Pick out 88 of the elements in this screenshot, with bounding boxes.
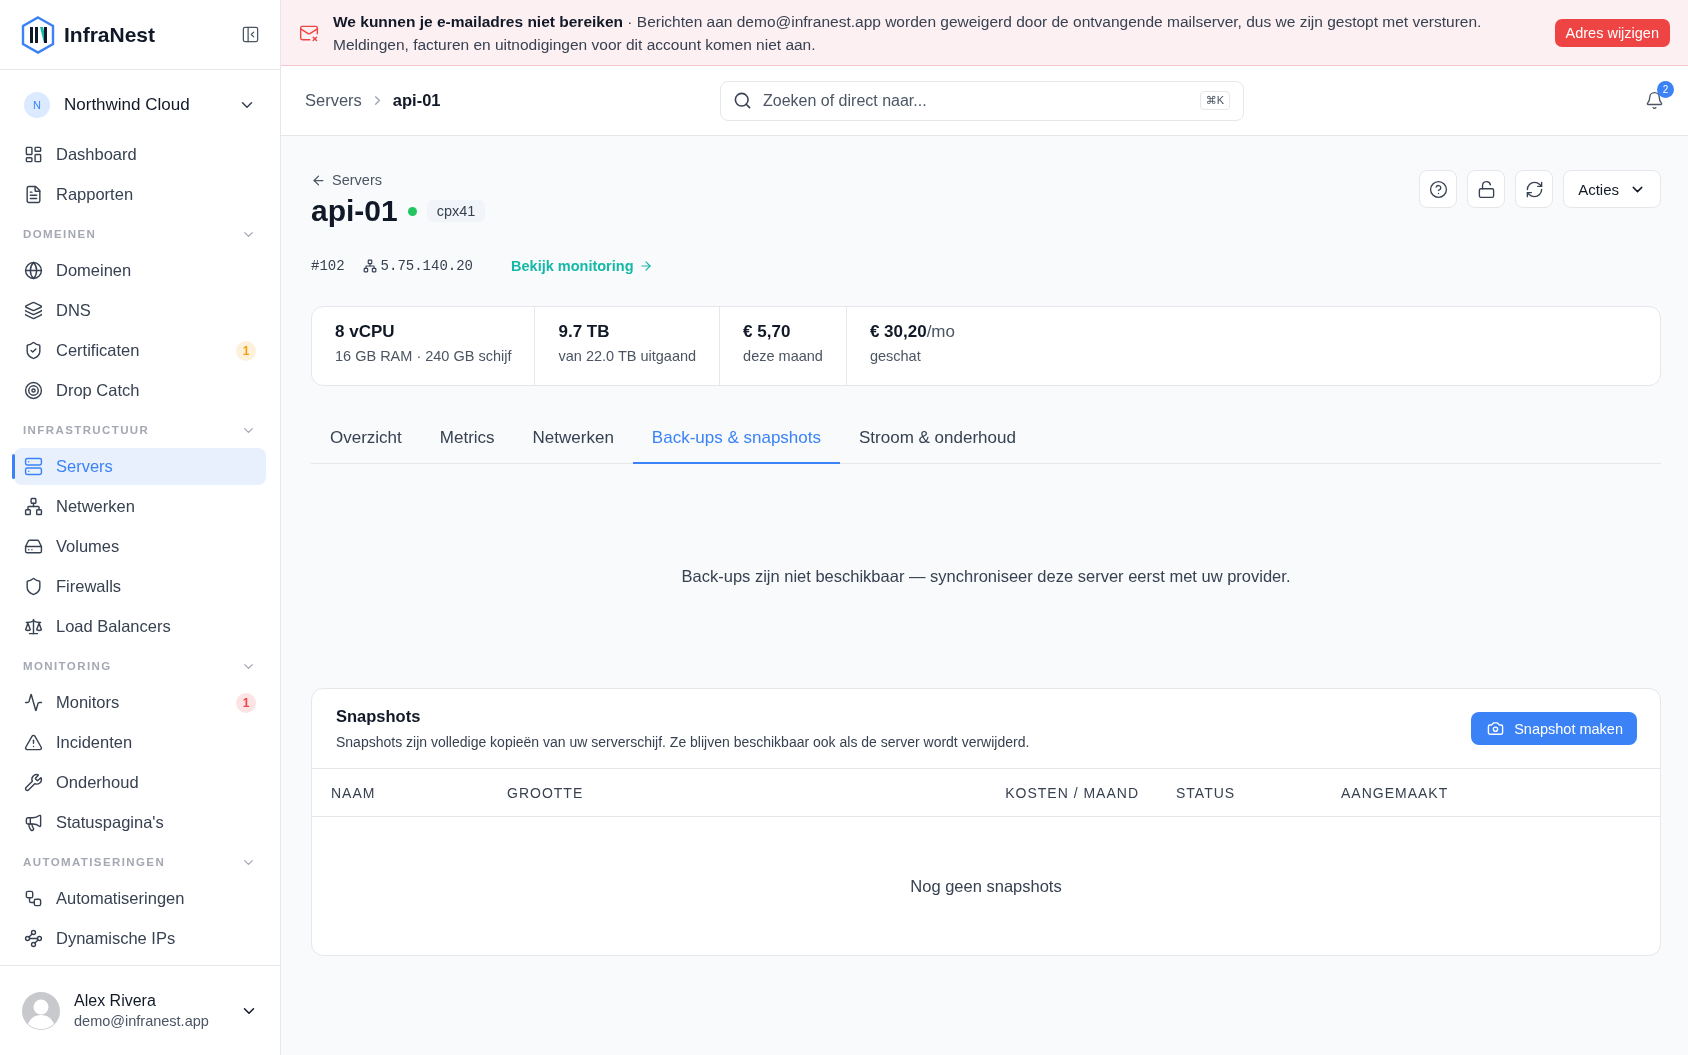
- server-name: api-01: [311, 194, 398, 228]
- card-title: Snapshots: [336, 707, 422, 726]
- tab[interactable]: Back-ups & snapshots: [632, 416, 840, 464]
- sidebar-item[interactable]: Certificaten 1: [14, 332, 266, 369]
- column-header: AANGEMAAKT: [1341, 784, 1450, 801]
- tab[interactable]: Metrics: [420, 416, 514, 464]
- actions-dropdown[interactable]: Acties: [1563, 170, 1661, 208]
- shield-icon: [24, 577, 43, 596]
- refresh-button[interactable]: [1515, 170, 1554, 208]
- search-icon: [733, 90, 752, 110]
- camera-icon: [1487, 720, 1505, 737]
- brand-name: InfraNest: [64, 22, 157, 47]
- network-icon: [24, 497, 43, 516]
- sidebar-item[interactable]: Rapporten: [14, 176, 266, 213]
- server-id: #102: [311, 258, 345, 274]
- logo-icon: [20, 15, 56, 54]
- refresh-icon: [1524, 179, 1544, 199]
- nodes-icon: [24, 929, 43, 948]
- create-snapshot-button[interactable]: Snapshot maken: [1471, 712, 1637, 745]
- megaphone-icon: [24, 813, 43, 832]
- server-icon: [24, 457, 43, 476]
- scale-icon: [24, 617, 43, 636]
- bell-icon: [1645, 91, 1664, 110]
- stat-label: deze maand: [743, 348, 823, 364]
- sidebar-item[interactable]: Netwerken: [14, 488, 266, 525]
- pulse-icon: [24, 693, 43, 712]
- collapse-sidebar-icon[interactable]: [241, 25, 260, 44]
- avatar: [22, 991, 60, 1030]
- breadcrumb-link[interactable]: Servers: [305, 91, 362, 110]
- card-description: Snapshots zijn volledige kopieën van uw serverschijf. Ze blijven beschikbaar ook als de server wordt verwijderd.: [336, 734, 1031, 750]
- help-icon: [1428, 179, 1448, 199]
- notifications-button[interactable]: 2: [1635, 81, 1674, 120]
- unlock-button[interactable]: [1467, 170, 1506, 208]
- user-name: Alex Rivera: [74, 992, 157, 1010]
- document-icon: [24, 185, 43, 204]
- empty-message: Nog geen snapshots: [909, 875, 1063, 897]
- column-header: KOSTEN / MAAND: [1004, 784, 1139, 801]
- stat-value: 8 vCPU: [335, 322, 396, 342]
- network-icon: [362, 259, 377, 273]
- shield-check-icon: [24, 341, 43, 360]
- sidebar-item[interactable]: Automatiseringen: [14, 880, 266, 917]
- column-header: NAAM: [331, 784, 377, 801]
- sidebar-item[interactable]: Dynamische IPs: [14, 920, 266, 957]
- tab[interactable]: Stroom & onderhoud: [840, 416, 1035, 464]
- empty-message: Back-ups zijn niet beschikbaar — synchroniseer deze server eerst met uw provider.: [680, 565, 1292, 587]
- count-badge: 2: [1657, 81, 1674, 98]
- sidebar-item[interactable]: Monitors 1: [14, 684, 266, 721]
- target-icon: [24, 381, 43, 400]
- breadcrumb-link[interactable]: api-01: [392, 91, 441, 110]
- warning-icon: [24, 733, 43, 752]
- stat-value: € 30,20/mo: [869, 322, 956, 342]
- dashboard-icon: [24, 145, 43, 164]
- ip-address: 5.75.140.20: [380, 258, 474, 274]
- column-header: STATUS: [1175, 784, 1237, 801]
- stat-label: geschat: [869, 348, 922, 364]
- sidebar-item[interactable]: Incidenten: [14, 724, 266, 761]
- workflow-icon: [24, 889, 43, 908]
- sidebar-item[interactable]: Drop Catch: [14, 372, 266, 409]
- count-badge: 1: [236, 692, 256, 713]
- user-email: demo@infranest.app: [74, 1013, 210, 1029]
- sidebar-item[interactable]: Domeinen: [14, 252, 266, 289]
- tab[interactable]: Netwerken: [513, 416, 633, 464]
- change-address-button[interactable]: Adres wijzigen: [1554, 18, 1670, 47]
- layers-icon: [24, 301, 43, 320]
- sidebar-item[interactable]: DNS: [14, 292, 266, 329]
- count-badge: 1: [236, 340, 256, 361]
- workspace-switcher[interactable]: N Northwind Cloud: [14, 80, 266, 130]
- sidebar-item[interactable]: Dashboard: [14, 136, 266, 173]
- sidebar-item[interactable]: Volumes: [14, 528, 266, 565]
- stat-value: € 5,70: [743, 322, 792, 342]
- help-button[interactable]: [1419, 170, 1458, 208]
- stat-value: 9.7 TB: [558, 322, 611, 342]
- sidebar-item[interactable]: Statuspagina's: [14, 804, 266, 841]
- unlocked-padlock-icon: [1476, 179, 1496, 199]
- stat-label: van 22.0 TB uitgaand: [558, 348, 697, 364]
- server-type-tag: cpx41: [426, 200, 486, 222]
- back-link[interactable]: Servers: [311, 172, 653, 188]
- globe-icon: [24, 261, 43, 280]
- arrow-right-icon: [638, 259, 653, 273]
- sidebar-item[interactable]: Load Balancers: [14, 608, 266, 645]
- column-header: GROOTTE: [507, 784, 585, 801]
- drive-icon: [24, 537, 43, 556]
- sidebar-item[interactable]: Firewalls: [14, 568, 266, 605]
- warning-message: We kunnen je e-mailadres niet bereiken · Berichten aan demo@infranest.app worden geweigerd door de ontvangende mailserver, dus we zijn gestopt met versturen. Meldingen, facturen en uitnodigingen voor dit account komen niet aan.: [333, 11, 1483, 55]
- stat-label: 16 GB RAM · 240 GB schijf: [335, 348, 512, 364]
- wrench-icon: [24, 773, 43, 792]
- sidebar-item[interactable]: Onderhoud: [14, 764, 266, 801]
- tab[interactable]: Overzicht: [311, 416, 421, 464]
